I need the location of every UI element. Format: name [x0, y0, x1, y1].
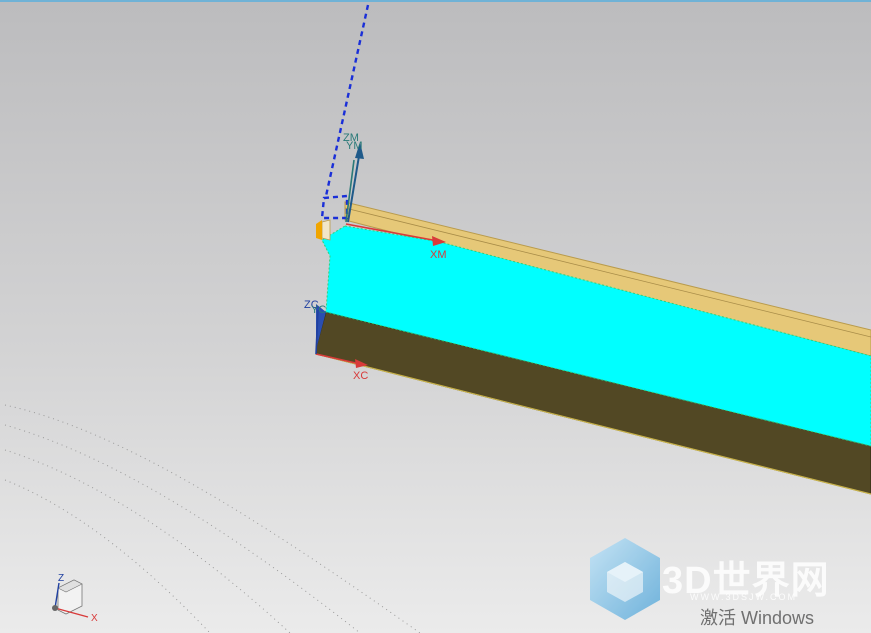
activate-windows-notice: 激活 Windows [700, 608, 815, 628]
yc-axis-label: YC [311, 304, 327, 316]
graphics-viewport[interactable] [0, 0, 871, 633]
end-face[interactable] [321, 219, 331, 241]
xm-axis-label: XM [430, 249, 447, 261]
xc-axis-label: XC [353, 370, 369, 382]
triad-x-label: X [91, 613, 98, 624]
ym-axis-label: YM [346, 140, 363, 152]
watermark-url: WWW.3DSJW.COM [690, 592, 797, 602]
triad-z-label: Z [58, 573, 65, 584]
